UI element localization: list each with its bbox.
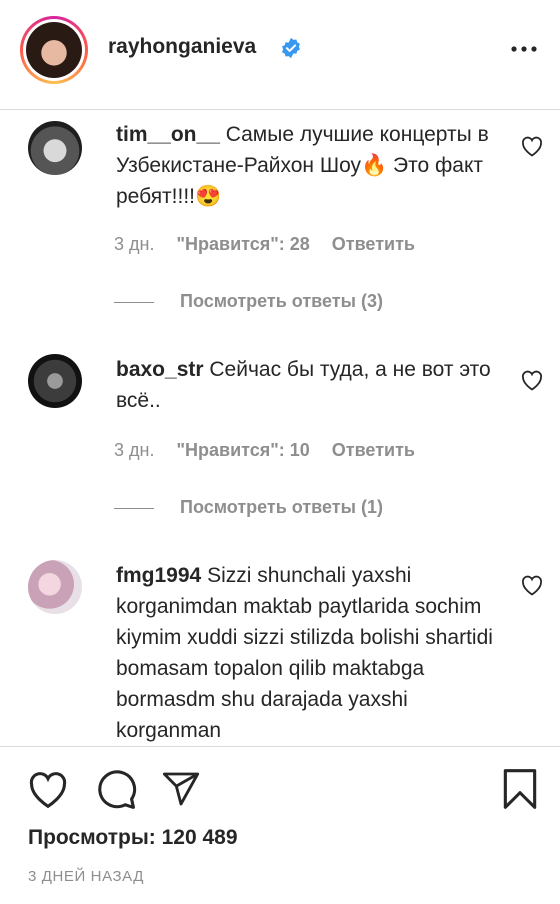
author-username[interactable]: rayhonganieva (108, 35, 256, 59)
comment-text: tim__on__ Самые лучшие концерты в Узбеки… (116, 119, 496, 212)
comment-username[interactable]: baxo_str (116, 358, 204, 381)
comment-username[interactable]: fmg1994 (116, 564, 201, 587)
reply-button[interactable]: Ответить (332, 440, 415, 460)
commenter-avatar[interactable] (28, 121, 82, 175)
replies-divider (114, 507, 154, 509)
comment-meta: 3 дн. "Нравится": 10 Ответить (114, 440, 415, 461)
comment-likes[interactable]: "Нравится": 28 (176, 234, 309, 254)
comment-time: 3 дн. (114, 440, 155, 460)
bookmark-icon[interactable] (500, 767, 540, 811)
comment-username[interactable]: tim__on__ (116, 123, 220, 146)
post-header: rayhonganieva (0, 0, 560, 110)
comment-body: Sizzi shunchali yaxshi korganimdan makta… (116, 564, 493, 742)
reply-button[interactable]: Ответить (332, 234, 415, 254)
view-replies-label: Посмотреть ответы (3) (180, 291, 383, 311)
views-count[interactable]: Просмотры: 120 489 (28, 826, 238, 850)
heart-icon[interactable] (26, 769, 70, 809)
comment-like-icon[interactable] (520, 574, 544, 596)
more-options-icon[interactable] (508, 42, 540, 56)
replies-divider (114, 301, 154, 303)
comment-text: fmg1994 Sizzi shunchali yaxshi korganimd… (116, 560, 496, 746)
comment-likes[interactable]: "Нравится": 10 (176, 440, 309, 460)
share-icon[interactable] (160, 769, 202, 809)
comment-meta: 3 дн. "Нравится": 28 Ответить (114, 234, 415, 255)
author-avatar[interactable] (20, 16, 88, 84)
view-replies-button[interactable]: Посмотреть ответы (3) (114, 291, 383, 312)
comment-time: 3 дн. (114, 234, 155, 254)
commenter-avatar[interactable] (28, 560, 82, 614)
comment-like-icon[interactable] (520, 369, 544, 391)
view-replies-button[interactable]: Посмотреть ответы (1) (114, 497, 383, 518)
post-date: 3 ДНЕЙ НАЗАД (28, 868, 145, 885)
verified-badge-icon (282, 37, 300, 59)
comment-icon[interactable] (94, 767, 138, 811)
view-replies-label: Посмотреть ответы (1) (180, 497, 383, 517)
comment-text: baxo_str Сейчас бы туда, а не вот это вс… (116, 354, 496, 416)
comment-like-icon[interactable] (520, 135, 544, 157)
commenter-avatar[interactable] (28, 354, 82, 408)
